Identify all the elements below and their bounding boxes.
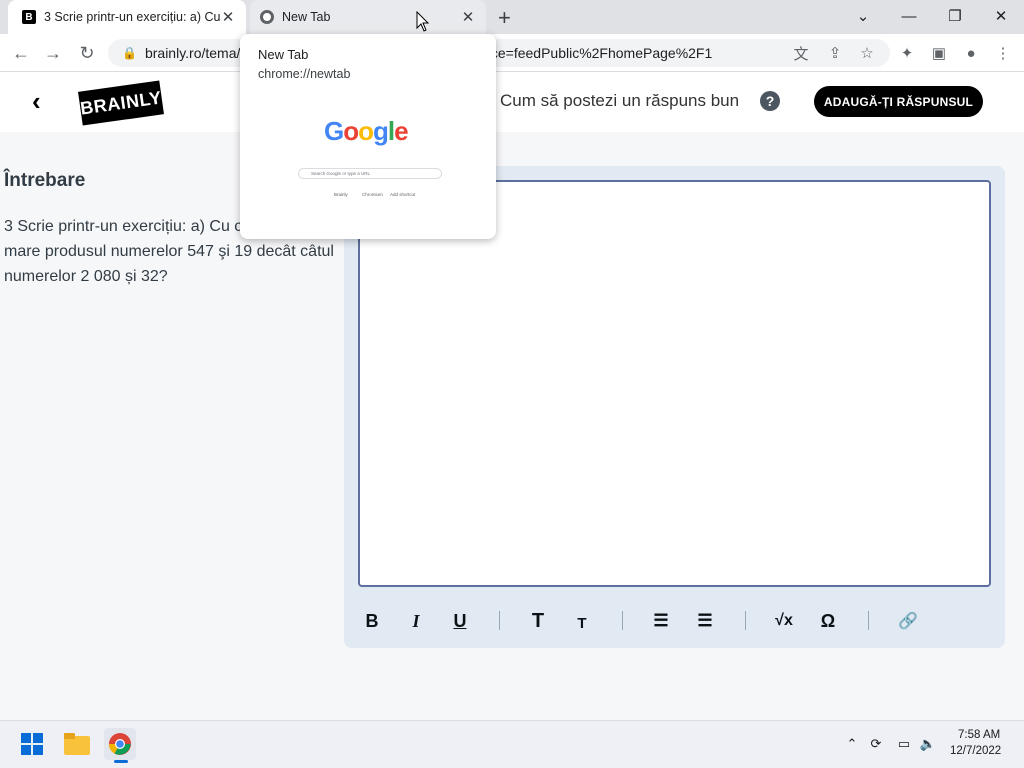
toolbar-divider xyxy=(868,611,869,630)
extensions-icon[interactable]: ✦ xyxy=(894,40,920,66)
preview-shortcut: Brainly xyxy=(334,192,348,197)
back-arrow-icon[interactable]: ← xyxy=(8,40,34,66)
tab-search-chevron-icon[interactable]: ⌄ xyxy=(840,4,886,28)
ordered-list-button[interactable]: ☰ xyxy=(647,607,675,635)
tab-title: New Tab xyxy=(282,10,331,24)
active-app-indicator xyxy=(114,760,128,763)
reload-icon[interactable]: ↻ xyxy=(74,40,100,66)
italic-button[interactable]: I xyxy=(402,607,430,635)
share-icon[interactable]: ⇪ xyxy=(822,40,848,66)
forward-arrow-icon[interactable]: → xyxy=(40,40,66,66)
tab-title: 3 Scrie printr-un exercițiu: a) Cu c xyxy=(44,10,220,24)
bold-button[interactable]: B xyxy=(358,607,386,635)
clock-time[interactable]: 7:58 AM xyxy=(958,729,1000,741)
how-to-answer-link[interactable]: Cum să postezi un răspuns bun xyxy=(500,91,739,111)
chrome-icon xyxy=(260,10,274,24)
minimize-icon[interactable]: — xyxy=(886,4,932,28)
brainly-icon: B xyxy=(22,10,36,24)
help-icon[interactable]: ? xyxy=(760,91,780,111)
translate-icon[interactable]: 文 xyxy=(788,40,814,66)
tab-close-icon[interactable]: ✕ xyxy=(220,9,236,26)
attach-button[interactable]: 🔗 xyxy=(894,607,922,635)
heading-large-button[interactable]: T xyxy=(524,607,552,635)
tab-brainly[interactable]: B 3 Scrie printr-un exercițiu: a) Cu c ✕ xyxy=(8,0,246,34)
mouse-cursor-icon xyxy=(416,11,430,32)
back-chevron-icon[interactable]: ‹ xyxy=(32,86,41,117)
side-panel-icon[interactable]: ▣ xyxy=(926,40,952,66)
toolbar-divider xyxy=(745,611,746,630)
preview-search-box: Search Google or type a URL xyxy=(298,168,442,179)
toolbar-divider xyxy=(499,611,500,630)
menu-kebab-icon[interactable]: ⋮ xyxy=(990,40,1016,66)
special-chars-button[interactable]: Ω xyxy=(814,607,842,635)
underline-button[interactable]: U xyxy=(446,607,474,635)
clock-date[interactable]: 12/7/2022 xyxy=(950,745,1001,757)
google-doodle-logo: Google xyxy=(324,116,409,146)
windows-start-icon[interactable] xyxy=(16,728,48,760)
close-window-icon[interactable]: ✕ xyxy=(978,4,1024,28)
add-answer-button[interactable]: ADAUGĂ-ȚI RĂSPUNSUL xyxy=(814,86,983,117)
address-text-tail: urce=feedPublic%2FhomePage%2F1 xyxy=(478,45,713,61)
answer-textarea[interactable] xyxy=(358,180,991,587)
tab-close-icon[interactable]: ✕ xyxy=(460,9,476,26)
sync-icon[interactable]: ⟳ xyxy=(866,734,886,754)
profile-avatar-icon[interactable]: ● xyxy=(958,40,984,66)
tab-new-tab[interactable]: New Tab ✕ xyxy=(250,0,486,34)
preview-shortcut: Add shortcut xyxy=(390,192,416,197)
lock-icon: 🔒 xyxy=(122,46,137,60)
address-bar[interactable]: 🔒 brainly.ro/tema/ urce=feedPublic%2Fhom… xyxy=(108,39,890,67)
chrome-taskbar-icon[interactable] xyxy=(104,728,136,760)
volume-icon[interactable]: 🔈 xyxy=(918,734,938,754)
hover-card-url: chrome://newtab xyxy=(258,67,351,81)
bookmark-star-icon[interactable]: ☆ xyxy=(854,40,880,66)
show-hidden-icons-chevron-icon[interactable]: ⌃ xyxy=(842,734,862,754)
preview-shortcut: Chromium xyxy=(362,192,383,197)
file-explorer-icon[interactable] xyxy=(61,728,93,760)
new-tab-plus-icon[interactable]: + xyxy=(498,5,511,31)
network-icon[interactable]: ▭ xyxy=(894,734,914,754)
hover-card-title: New Tab xyxy=(258,47,309,62)
tab-preview-thumbnail: Google Search Google or type a URL Brain… xyxy=(242,88,494,236)
bullet-list-button[interactable]: ☰ xyxy=(691,607,719,635)
heading-small-button[interactable]: T xyxy=(568,607,596,635)
address-text: brainly.ro/tema/ xyxy=(144,45,241,61)
maximize-icon[interactable]: ❐ xyxy=(932,4,978,28)
toolbar-divider xyxy=(622,611,623,630)
math-button[interactable]: √x xyxy=(768,607,800,635)
question-heading: Întrebare xyxy=(4,170,86,191)
